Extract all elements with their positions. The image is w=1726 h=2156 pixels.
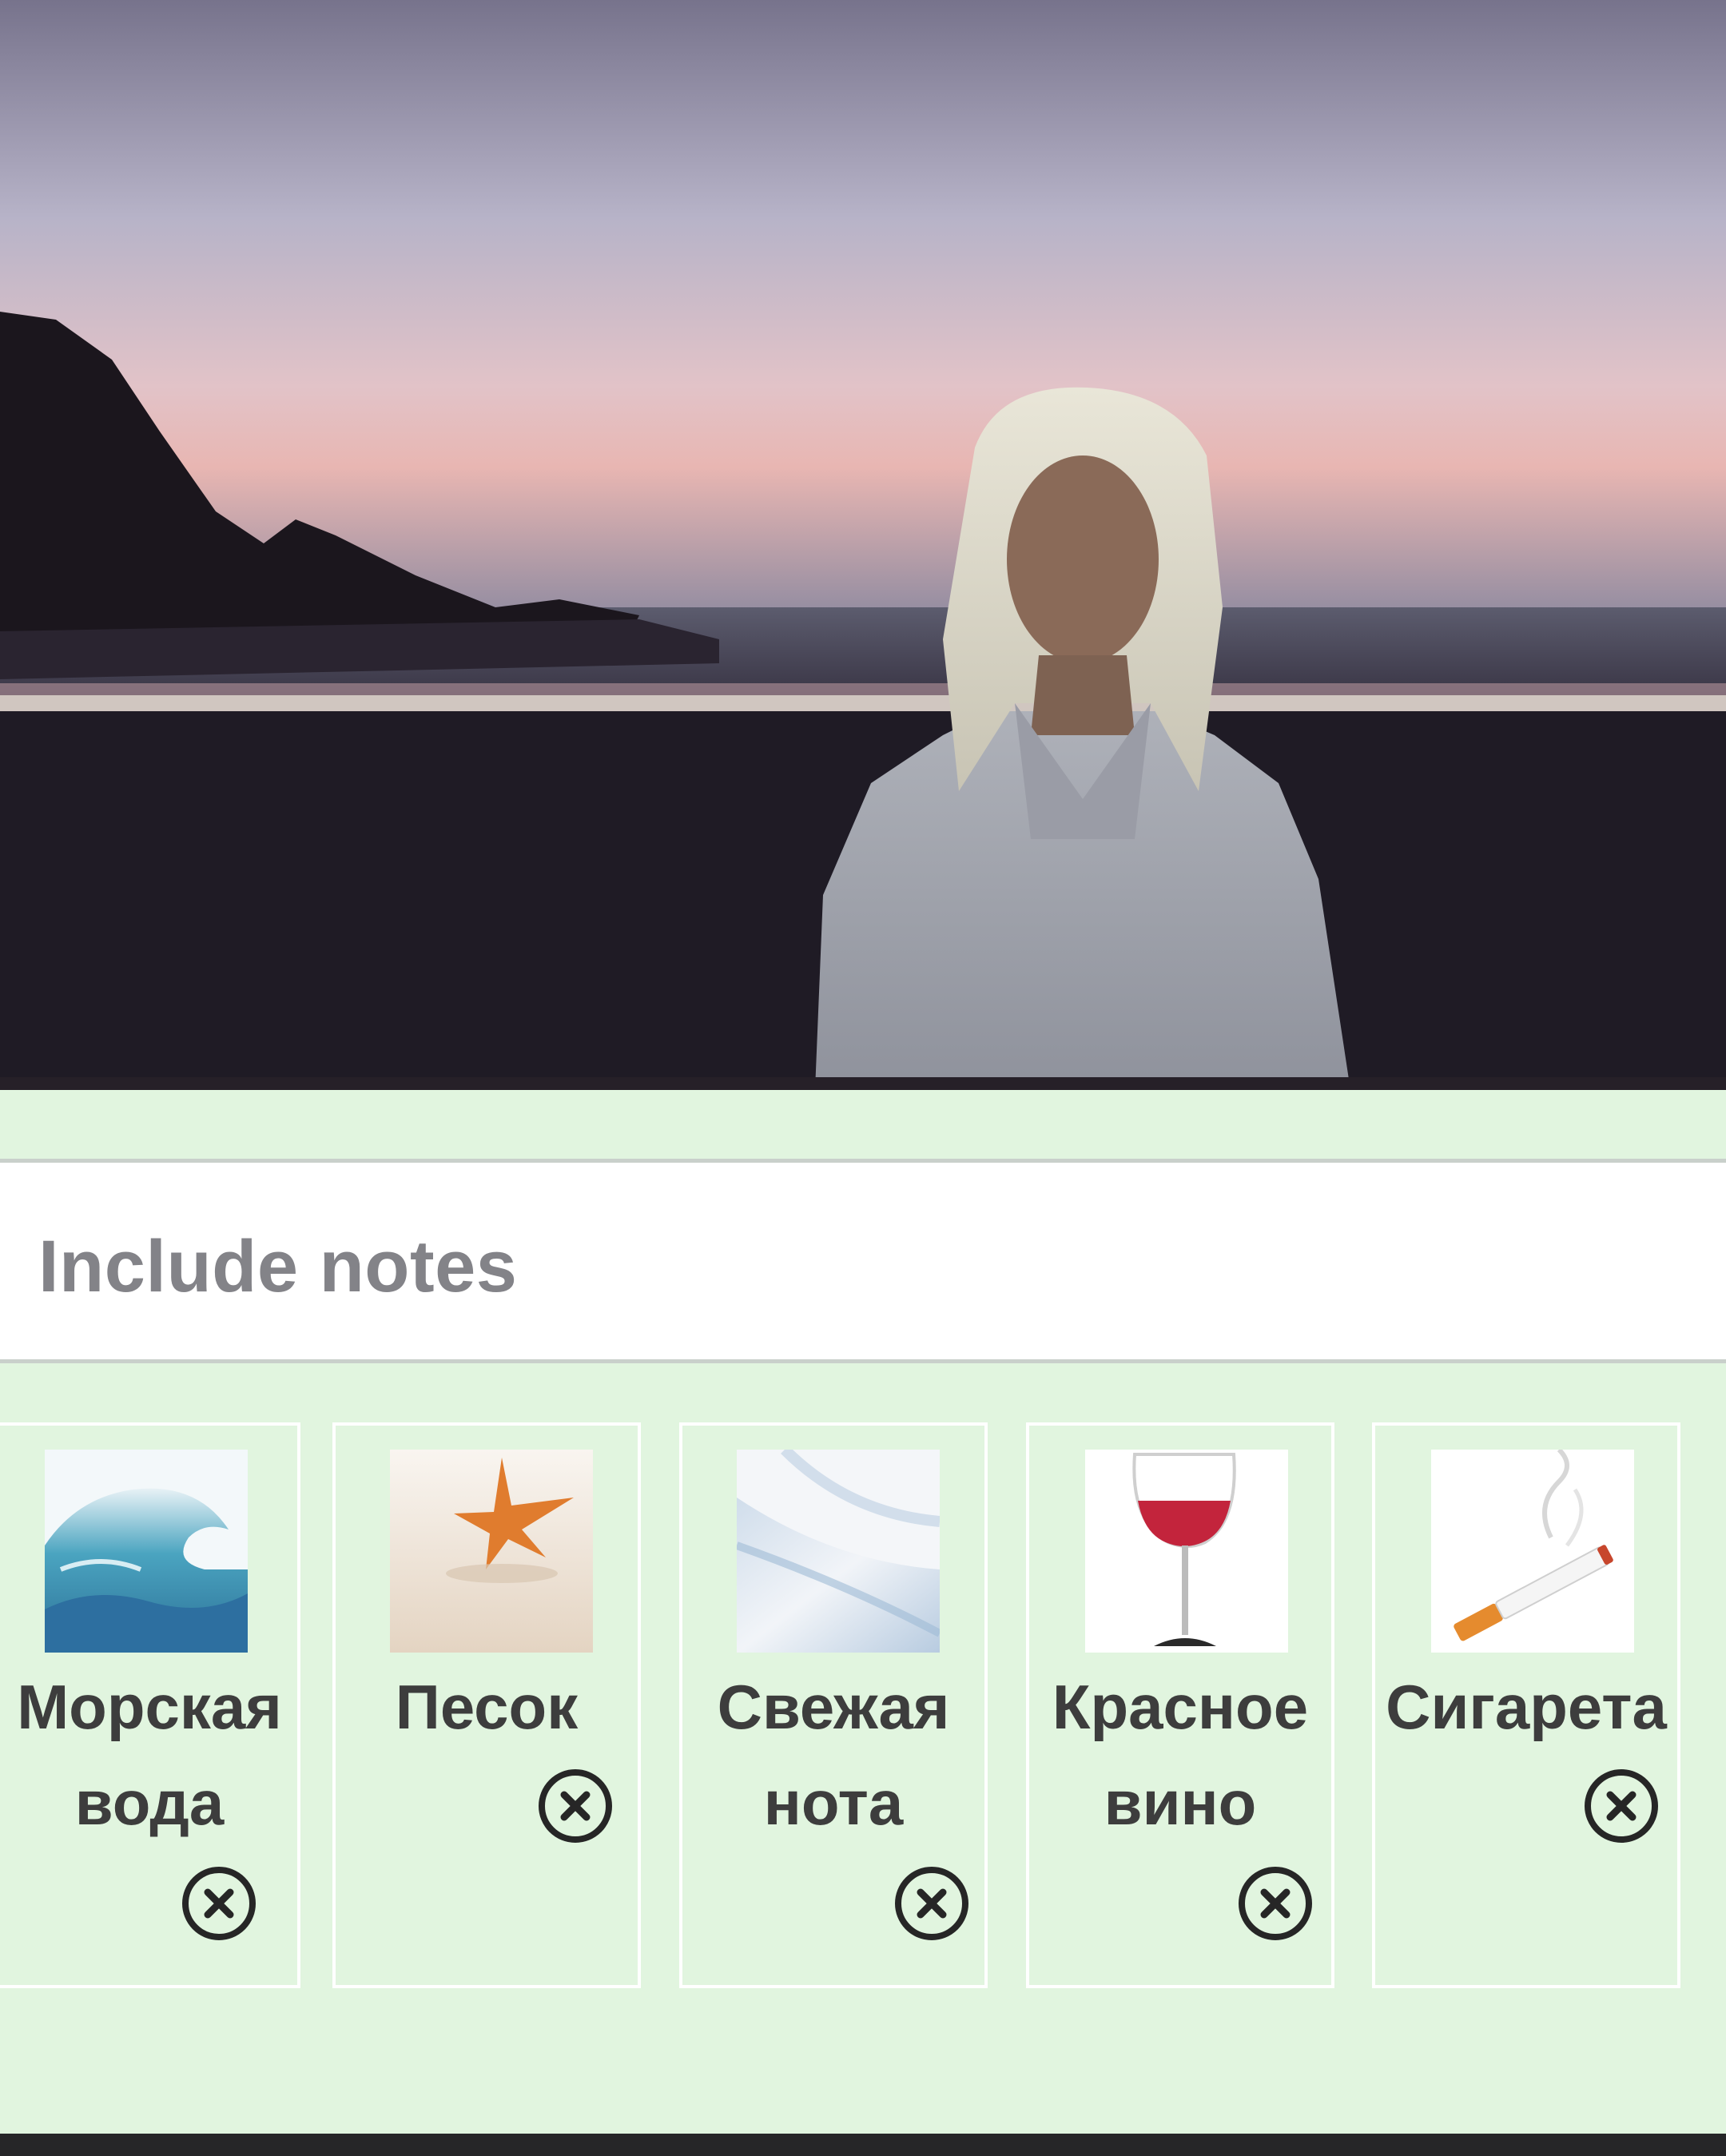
wine-glass-image — [1085, 1450, 1288, 1653]
close-circle-icon — [1585, 1769, 1658, 1843]
note-name-line2: нота — [763, 1768, 904, 1838]
note-card-sea-water[interactable]: Морская вода — [0, 1422, 300, 1988]
close-circle-icon — [539, 1769, 612, 1843]
note-card-red-wine[interactable]: Красное вино — [1026, 1422, 1334, 1988]
remove-note-button[interactable] — [181, 1865, 257, 1942]
top-green-strip — [0, 1090, 1726, 1159]
remove-note-button[interactable] — [537, 1768, 614, 1844]
remove-note-button[interactable] — [1237, 1865, 1314, 1942]
photo-bottom-bar — [0, 1077, 1726, 1090]
remove-note-button[interactable] — [1583, 1768, 1660, 1844]
note-name-line1: Сигарета — [1386, 1672, 1667, 1742]
note-card-cigarette[interactable]: Сигарета — [1372, 1422, 1680, 1988]
close-circle-icon — [895, 1867, 968, 1940]
note-card-fresh-note[interactable]: Свежая нота — [679, 1422, 988, 1988]
note-name-line1: Песок — [395, 1672, 579, 1742]
note-name-line1: Морская — [17, 1672, 282, 1742]
starfish-on-sand-image — [390, 1450, 593, 1653]
fresh-abstract-image — [737, 1450, 940, 1653]
note-card-sand[interactable]: Песок — [332, 1422, 641, 1988]
include-notes-placeholder: Include notes — [38, 1226, 518, 1307]
note-name-line2: вода — [74, 1768, 225, 1838]
close-circle-icon — [1239, 1867, 1312, 1940]
hero-photo — [0, 0, 1726, 1090]
note-name-line2: вино — [1104, 1768, 1257, 1838]
note-name-line1: Свежая — [717, 1672, 950, 1742]
cigarette-image — [1431, 1450, 1634, 1653]
notes-header-bar[interactable]: Include notes — [0, 1159, 1726, 1363]
note-name-line1: Красное — [1052, 1672, 1309, 1742]
close-circle-icon — [182, 1867, 256, 1940]
remove-note-button[interactable] — [893, 1865, 970, 1942]
bottom-bar — [0, 2134, 1726, 2156]
ocean-wave-image — [45, 1450, 248, 1653]
